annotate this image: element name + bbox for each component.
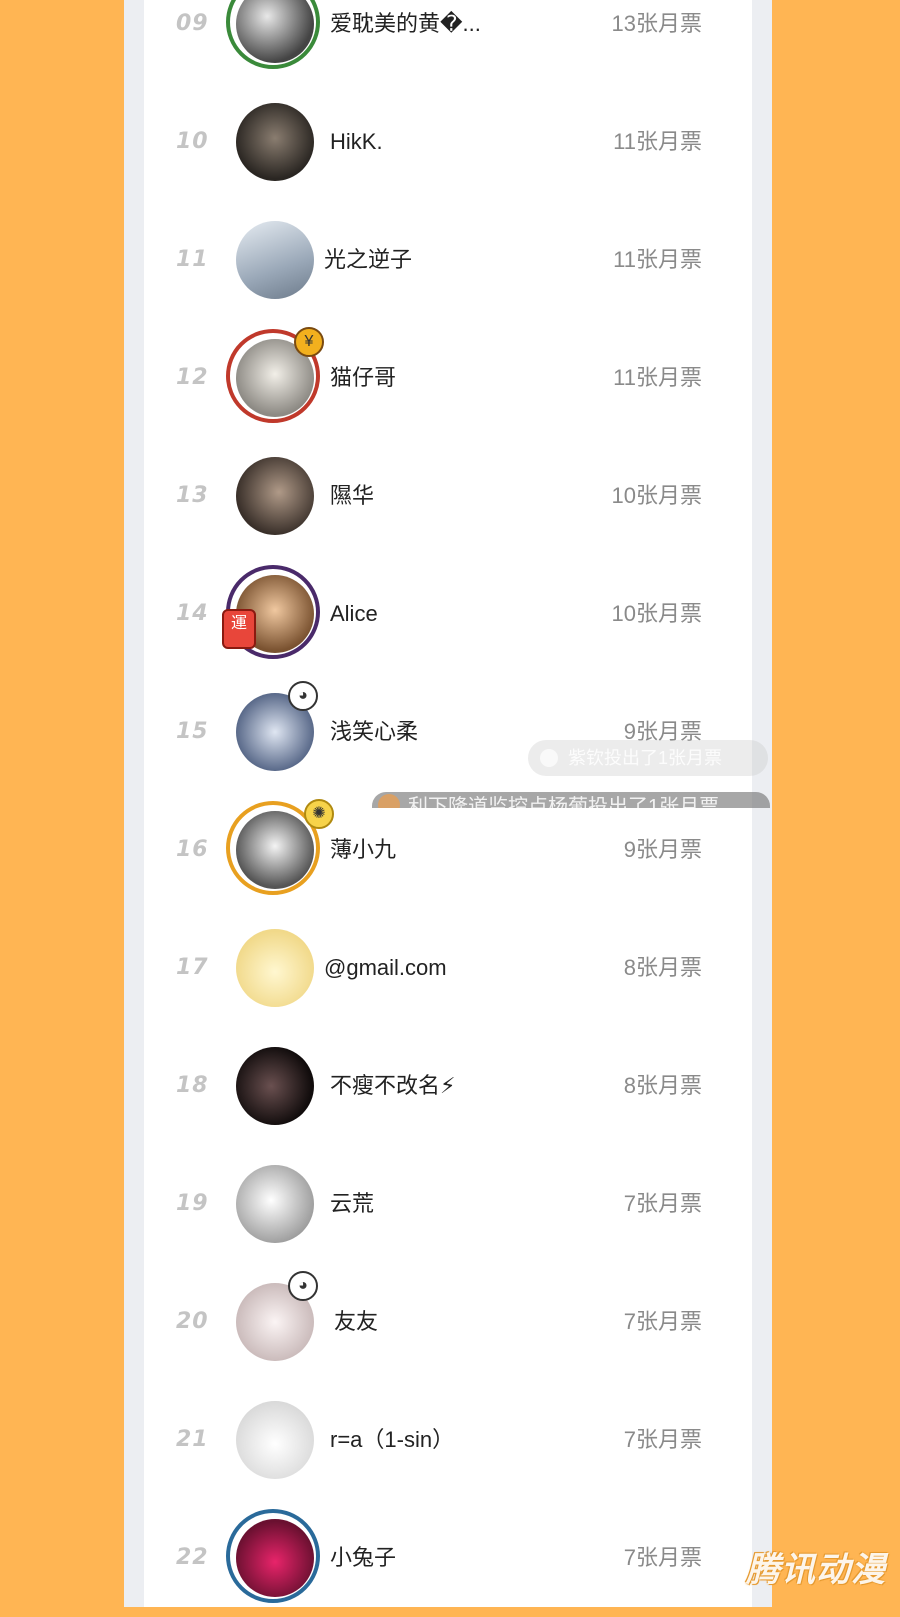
list-item[interactable]: 22 小兔子 7张月票: [144, 1499, 752, 1617]
rank-number: 09: [176, 11, 209, 36]
list-item[interactable]: 16 ✺ 薄小九 9张月票: [144, 791, 752, 909]
vote-count: 10张月票: [611, 483, 702, 508]
list-item[interactable]: 13 隰华 10张月票: [144, 437, 752, 555]
user-name: @gmail.com: [324, 955, 447, 980]
list-item[interactable]: 11 光之逆子 11张月票: [144, 201, 752, 319]
rank-number: 14: [176, 601, 209, 626]
user-name: 浅笑心柔: [330, 719, 419, 744]
avatar[interactable]: [236, 1047, 314, 1125]
vote-toast: 利下隆道监控点杨葡投出了1张月票: [372, 792, 770, 808]
user-name: HikK.: [330, 129, 383, 154]
avatar[interactable]: [236, 1165, 314, 1243]
user-name: 隰华: [330, 483, 375, 508]
user-name: 爱耽美的黄�...: [330, 11, 481, 36]
coin-badge-icon: ¥: [294, 327, 324, 357]
vote-count: 7张月票: [623, 1427, 702, 1452]
vote-count: 7张月票: [623, 1309, 702, 1334]
vote-count: 11张月票: [613, 129, 702, 154]
watermark-logo: 腾讯动漫: [746, 1550, 886, 1590]
user-name: 友友: [334, 1309, 379, 1334]
rank-number: 20: [176, 1309, 209, 1334]
user-name: Alice: [330, 601, 378, 626]
avatar[interactable]: [236, 1519, 314, 1597]
vote-count: 8张月票: [623, 955, 702, 980]
list-item[interactable]: 12 ¥ 猫仔哥 11张月票: [144, 319, 752, 437]
user-name: 猫仔哥: [330, 365, 397, 390]
list-item[interactable]: 20 ◕ 友友 7张月票: [144, 1263, 752, 1381]
avatar[interactable]: [236, 811, 314, 889]
list-item[interactable]: 14 運 Alice 10张月票: [144, 555, 752, 673]
rank-number: 16: [176, 837, 209, 862]
rank-number: 12: [176, 365, 209, 390]
list-item[interactable]: 10 HikK. 11张月票: [144, 83, 752, 201]
user-name: 云荒: [330, 1191, 375, 1216]
vote-count: 8张月票: [623, 1073, 702, 1098]
rank-number: 11: [176, 247, 209, 272]
user-name: 不瘦不改名⚡: [330, 1073, 456, 1098]
vote-count: 7张月票: [623, 1191, 702, 1216]
vote-count: 13张月票: [611, 11, 702, 36]
owl-badge-icon: ◕: [288, 1271, 318, 1301]
rank-number: 22: [176, 1545, 209, 1570]
avatar[interactable]: [236, 1401, 314, 1479]
vote-count: 10张月票: [611, 601, 702, 626]
user-avatar-icon: [378, 794, 400, 808]
avatar[interactable]: [236, 221, 314, 299]
rank-number: 17: [176, 955, 209, 980]
vote-count: 11张月票: [613, 365, 702, 390]
list-item[interactable]: 09 爱耽美的黄�... 13张月票: [144, 0, 752, 83]
rank-number: 13: [176, 483, 209, 508]
rank-number: 18: [176, 1073, 209, 1098]
toast-text: 紫钦投出了1张月票: [568, 748, 723, 768]
avatar[interactable]: [236, 929, 314, 1007]
user-name: r=a（1-sin）: [330, 1427, 455, 1452]
user-name: 薄小九: [330, 837, 397, 862]
vote-count: 9张月票: [623, 837, 702, 862]
list-item[interactable]: 17 @gmail.com 8张月票: [144, 909, 752, 1027]
vote-toast: 紫钦投出了1张月票: [528, 740, 768, 776]
user-avatar-icon: [540, 749, 558, 767]
avatar[interactable]: [236, 103, 314, 181]
avatar[interactable]: [236, 457, 314, 535]
toast-text: 利下隆道监控点杨葡投出了1张月票: [408, 796, 720, 808]
owl-badge-icon: ◕: [288, 681, 318, 711]
rank-number: 21: [176, 1427, 209, 1452]
user-name: 光之逆子: [324, 247, 413, 272]
vote-count: 7张月票: [623, 1545, 702, 1570]
rank-number: 15: [176, 719, 209, 744]
luck-charm-icon: 運: [222, 609, 256, 649]
rank-number: 19: [176, 1191, 209, 1216]
rank-number: 10: [176, 129, 209, 154]
vote-count: 11张月票: [613, 247, 702, 272]
list-item[interactable]: 19 云荒 7张月票: [144, 1145, 752, 1263]
list-item[interactable]: 18 不瘦不改名⚡ 8张月票: [144, 1027, 752, 1145]
user-name: 小兔子: [330, 1545, 397, 1570]
list-item[interactable]: 21 r=a（1-sin） 7张月票: [144, 1381, 752, 1499]
